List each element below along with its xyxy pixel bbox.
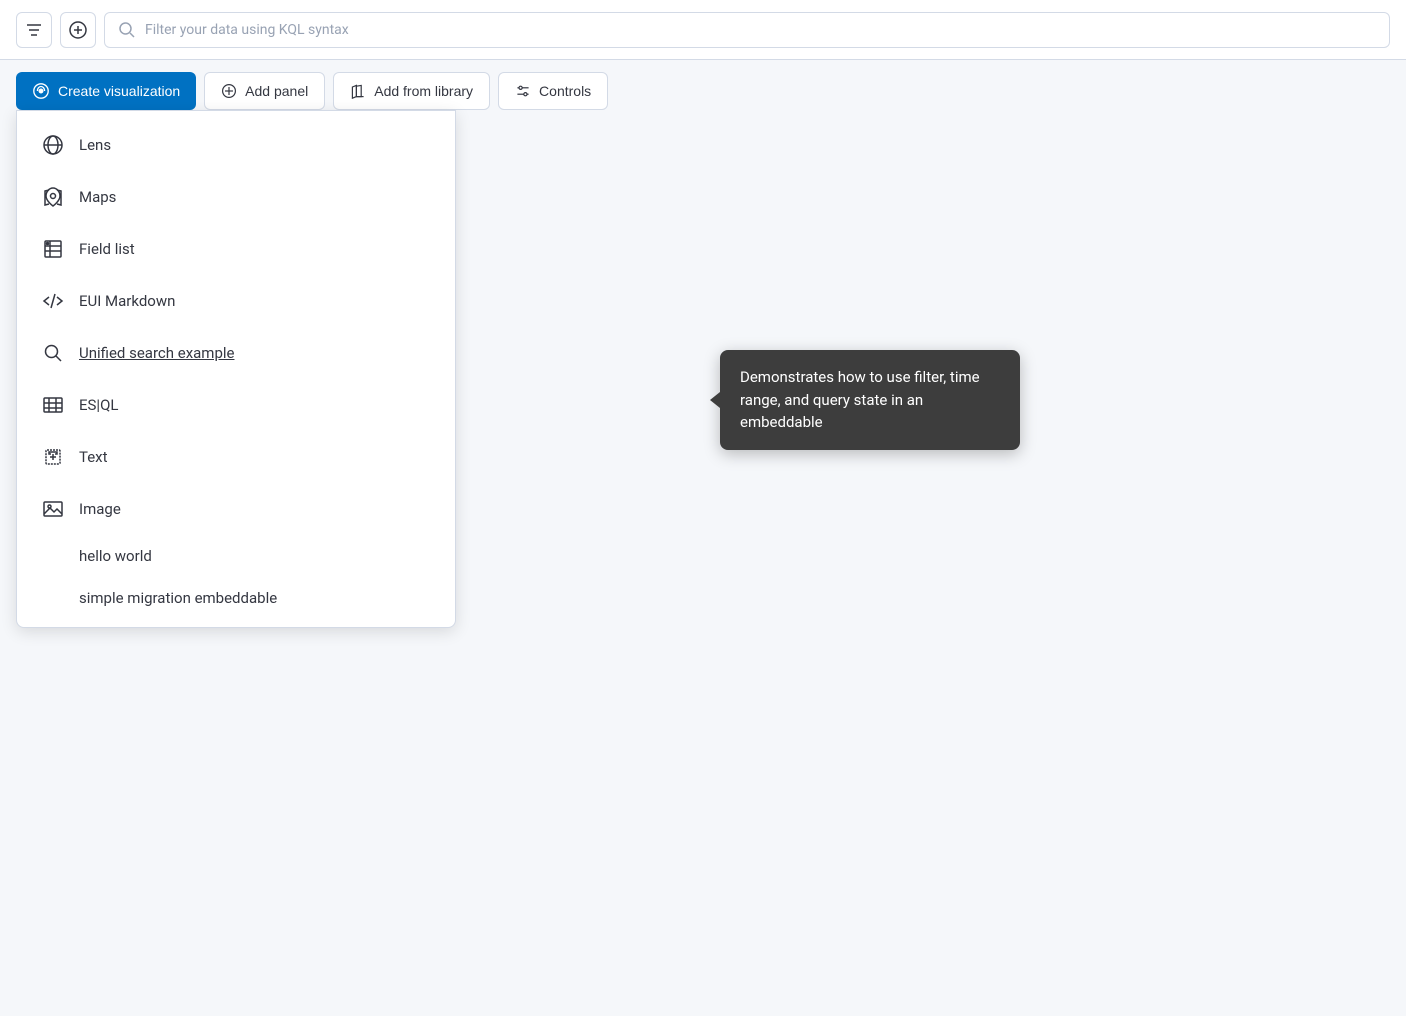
esql-label: ES|QL: [79, 396, 119, 414]
unified-search-label: Unified search example: [79, 344, 234, 362]
add-from-library-button[interactable]: Add from library: [333, 72, 490, 110]
field-list-icon: [41, 237, 65, 261]
search-icon: [117, 20, 137, 40]
search-bar[interactable]: Filter your data using KQL syntax: [104, 12, 1390, 48]
lens-icon: [41, 133, 65, 157]
maps-label: Maps: [79, 188, 116, 206]
dropdown-item-eui-markdown[interactable]: EUI Markdown: [17, 275, 455, 327]
dropdown-item-image[interactable]: Image: [17, 483, 455, 535]
dropdown-subitem-simple-migration[interactable]: simple migration embeddable: [17, 577, 455, 619]
maps-icon: [41, 185, 65, 209]
dropdown-item-maps[interactable]: Maps: [17, 171, 455, 223]
tooltip-text: Demonstrates how to use filter, time ran…: [740, 368, 980, 431]
text-label: Text: [79, 448, 108, 466]
search-menu-icon: [41, 341, 65, 365]
unified-search-tooltip: Demonstrates how to use filter, time ran…: [720, 350, 1020, 450]
library-icon: [350, 83, 366, 99]
image-icon: [41, 497, 65, 521]
visualization-icon: [32, 82, 50, 100]
filter-icon: [24, 20, 44, 40]
create-visualization-label: Create visualization: [58, 83, 180, 99]
dropdown-item-unified-search[interactable]: Unified search example: [17, 327, 455, 379]
add-from-library-label: Add from library: [374, 83, 473, 99]
controls-label: Controls: [539, 83, 591, 99]
add-button[interactable]: [60, 12, 96, 48]
hello-world-label: hello world: [79, 547, 152, 565]
add-panel-button[interactable]: Add panel: [204, 72, 325, 110]
add-panel-dropdown: Lens Maps Field list: [16, 110, 456, 628]
dropdown-subitem-hello-world[interactable]: hello world: [17, 535, 455, 577]
create-visualization-button[interactable]: Create visualization: [16, 72, 196, 110]
image-label: Image: [79, 500, 121, 518]
search-placeholder: Filter your data using KQL syntax: [145, 22, 349, 38]
add-panel-icon: [221, 83, 237, 99]
filter-button[interactable]: [16, 12, 52, 48]
dropdown-item-text[interactable]: Text: [17, 431, 455, 483]
code-icon: [41, 289, 65, 313]
dropdown-item-lens[interactable]: Lens: [17, 119, 455, 171]
controls-button[interactable]: Controls: [498, 72, 608, 110]
plus-icon: [68, 20, 88, 40]
dropdown-item-field-list[interactable]: Field list: [17, 223, 455, 275]
dropdown-item-esql[interactable]: ES|QL: [17, 379, 455, 431]
toolbar: Filter your data using KQL syntax: [0, 0, 1406, 60]
add-panel-label: Add panel: [245, 83, 308, 99]
lens-label: Lens: [79, 136, 111, 154]
eui-markdown-label: EUI Markdown: [79, 292, 175, 310]
simple-migration-label: simple migration embeddable: [79, 589, 277, 607]
controls-icon: [515, 83, 531, 99]
esql-icon: [41, 393, 65, 417]
text-icon: [41, 445, 65, 469]
field-list-label: Field list: [79, 240, 135, 258]
